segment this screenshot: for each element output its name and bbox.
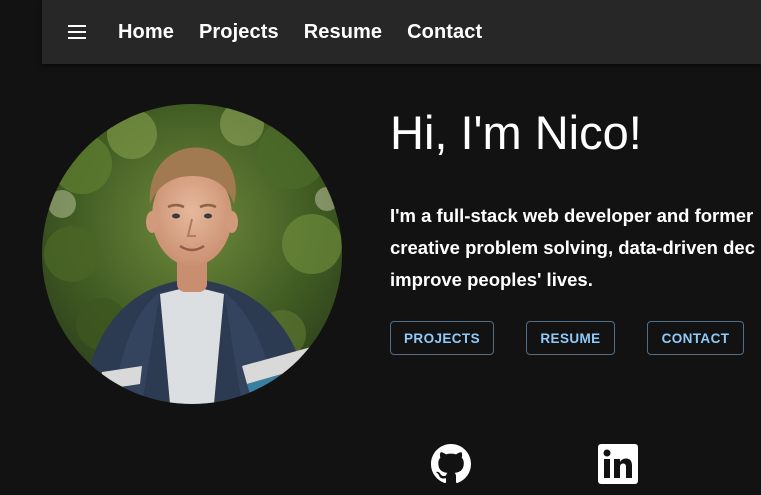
hero-description: I'm a full-stack web developer and forme…: [390, 200, 761, 300]
top-navbar: Home Projects Resume Contact: [42, 0, 761, 64]
linkedin-icon[interactable]: [598, 444, 638, 484]
nav-link-projects[interactable]: Projects: [199, 21, 279, 44]
hero-description-line: creative problem solving, data-driven de…: [390, 237, 755, 258]
projects-button[interactable]: PROJECTS: [390, 321, 494, 355]
resume-button[interactable]: RESUME: [526, 321, 615, 355]
hero-description-line: I'm a full-stack web developer and forme…: [390, 205, 754, 226]
nav-link-resume[interactable]: Resume: [304, 21, 382, 44]
contact-button[interactable]: CONTACT: [647, 321, 744, 355]
hamburger-menu-icon[interactable]: [68, 22, 88, 42]
page: Home Projects Resume Contact Hi, I'm Nic…: [0, 0, 761, 495]
hero-title: Hi, I'm Nico!: [390, 106, 642, 159]
nav-link-home[interactable]: Home: [118, 21, 174, 44]
nav-link-contact[interactable]: Contact: [407, 21, 482, 44]
github-icon[interactable]: [431, 444, 471, 484]
nav-links: Home Projects Resume Contact: [118, 0, 507, 64]
hero-description-line: improve peoples' lives.: [390, 269, 593, 290]
profile-avatar: [42, 104, 342, 404]
